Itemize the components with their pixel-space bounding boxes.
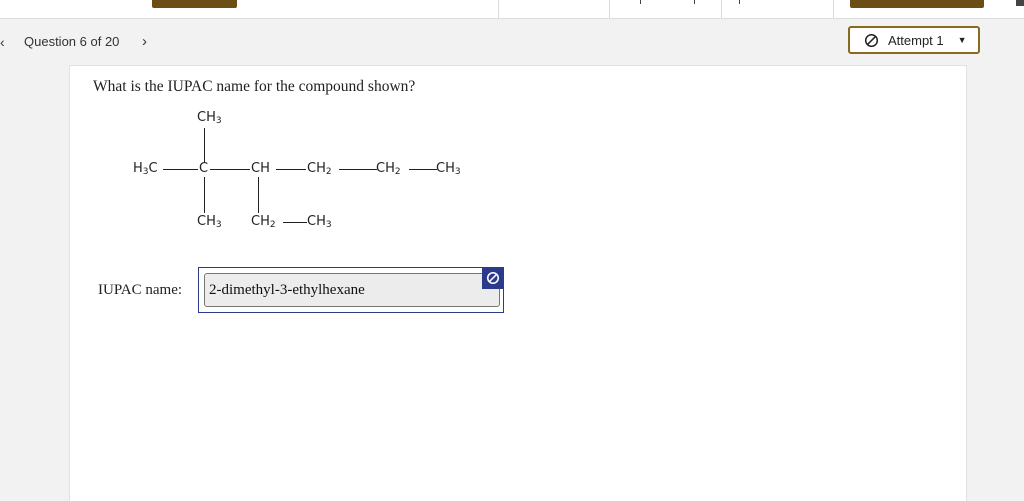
iupac-name-input[interactable] <box>204 273 500 307</box>
top-ch3-group: CH3 <box>197 110 222 126</box>
toolbar-icon[interactable] <box>1016 0 1024 6</box>
bottom-ch3-group: CH3 <box>197 214 222 230</box>
bond <box>204 177 206 213</box>
ethyl-ch2-group: CH2 <box>251 214 276 230</box>
attempt-label: Attempt 1 <box>888 32 944 48</box>
toolbar-divider <box>833 0 834 18</box>
bond <box>163 169 198 171</box>
bond <box>204 128 206 162</box>
ch2-group: CH2 <box>307 161 332 177</box>
previous-question-button[interactable]: ‹ <box>0 34 5 50</box>
toolbar-button[interactable] <box>152 0 237 8</box>
toolbar-tick <box>694 0 695 4</box>
ch2-group: CH2 <box>376 161 401 177</box>
bond <box>409 169 437 171</box>
bond <box>283 222 307 224</box>
attempt-dropdown[interactable]: Attempt 1 ▼ <box>848 26 980 54</box>
bond <box>210 169 250 171</box>
ban-icon <box>486 271 500 285</box>
ethyl-ch3-group: CH3 <box>307 214 332 230</box>
ch-group: CH <box>251 161 270 176</box>
h3c-group: H3C <box>133 161 158 177</box>
chevron-down-icon: ▼ <box>957 35 967 45</box>
toolbar-divider <box>498 0 499 18</box>
question-text: What is the IUPAC name for the compound … <box>93 78 416 95</box>
iupac-name-label: IUPAC name: <box>98 282 183 298</box>
toolbar-tick <box>640 0 641 4</box>
bond <box>258 177 260 213</box>
bond <box>339 169 377 171</box>
question-counter: Question 6 of 20 <box>24 34 120 49</box>
top-toolbar <box>0 0 1024 19</box>
ch3-end-group: CH3 <box>436 161 461 177</box>
next-question-button[interactable]: › <box>142 33 147 50</box>
toolbar-button[interactable] <box>850 0 984 8</box>
answer-status-badge <box>482 267 504 289</box>
bond <box>276 169 306 171</box>
toolbar-divider <box>721 0 722 18</box>
toolbar-tick <box>739 0 740 4</box>
toolbar-divider <box>609 0 610 18</box>
quaternary-carbon: C <box>199 161 209 176</box>
ban-icon <box>864 33 879 47</box>
